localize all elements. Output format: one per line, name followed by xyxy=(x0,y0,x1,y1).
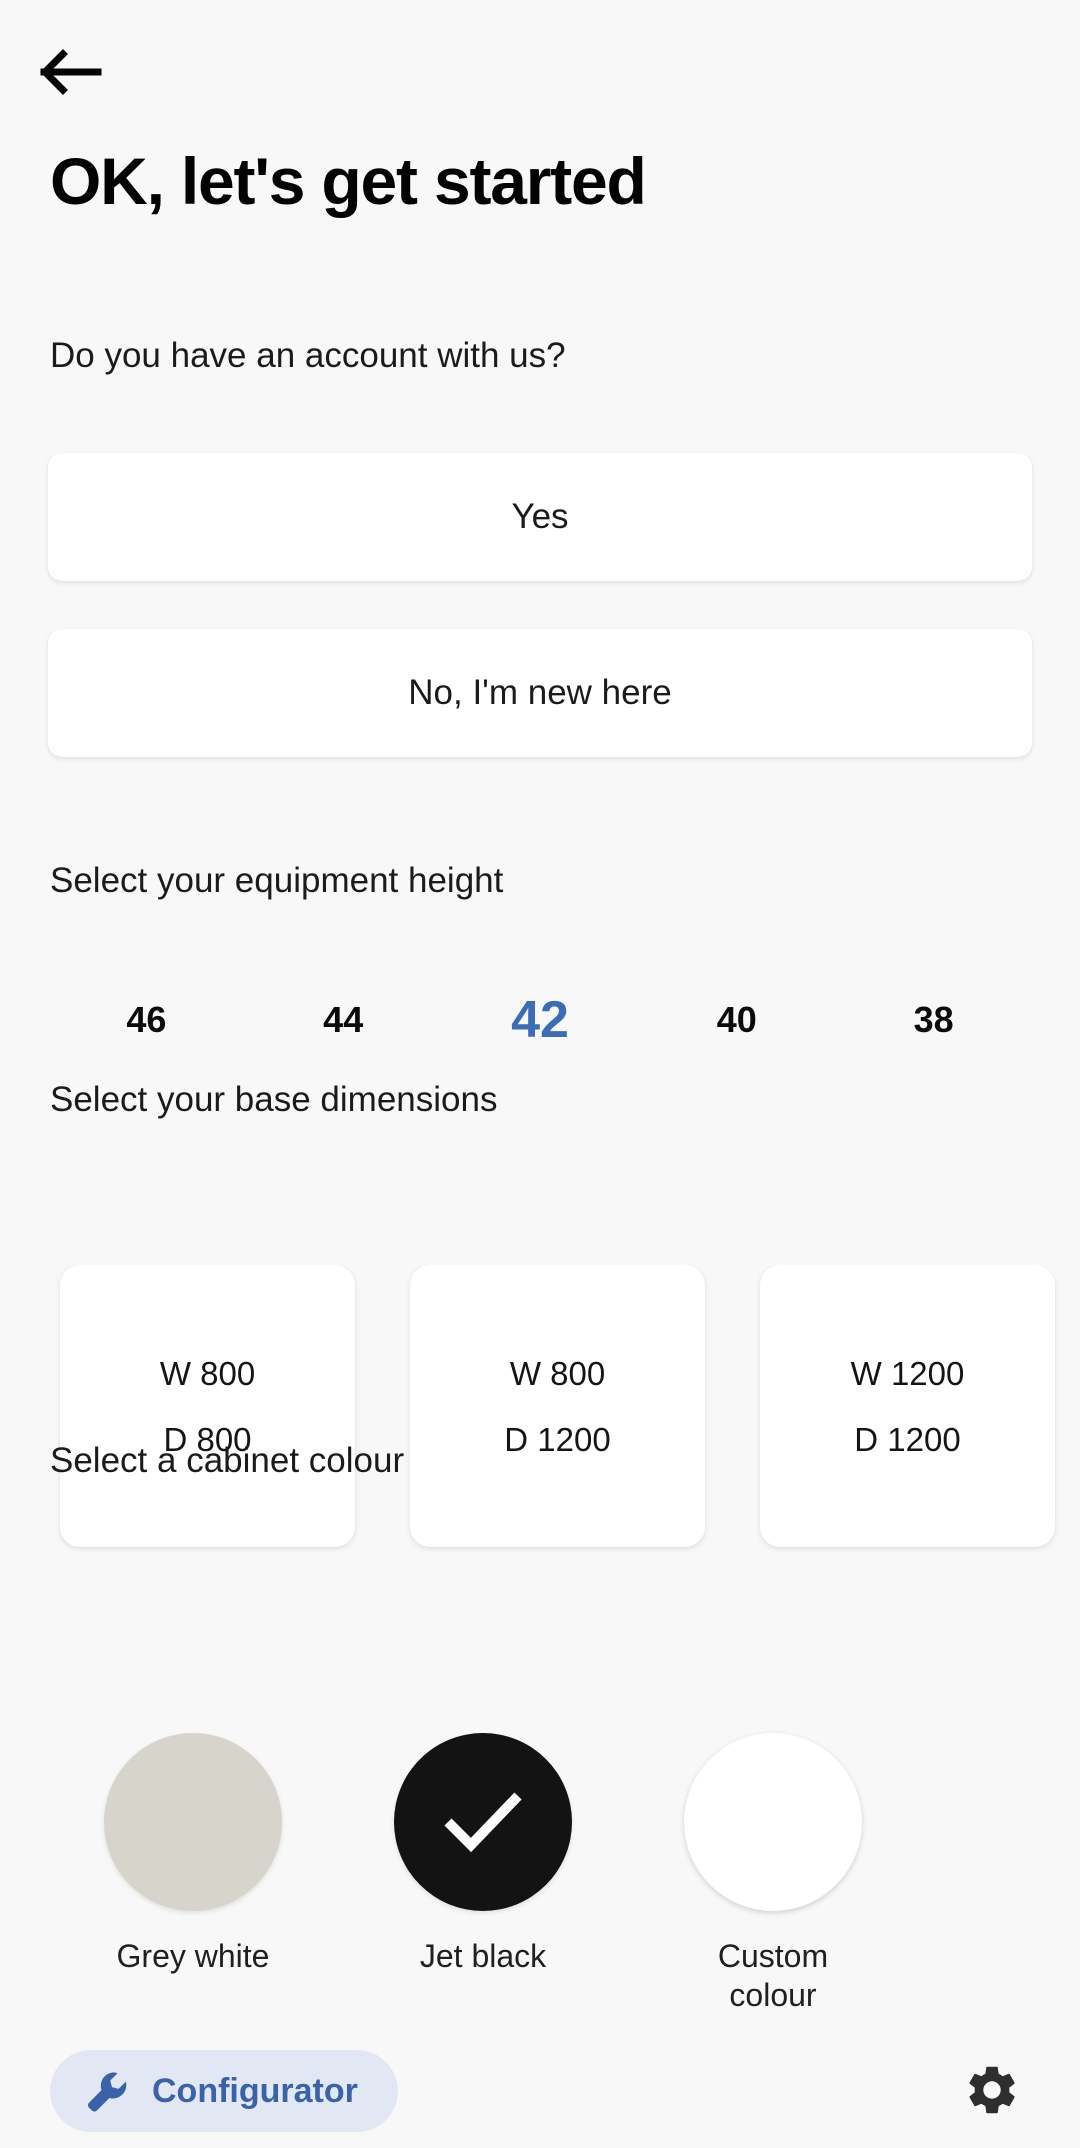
settings-button[interactable] xyxy=(960,2058,1024,2122)
height-option-46[interactable]: 46 xyxy=(48,1002,245,1038)
height-option-44[interactable]: 44 xyxy=(245,1002,442,1038)
configurator-screen: OK, let's get started Do you have an acc… xyxy=(0,0,1080,2148)
colour-swatch[interactable] xyxy=(104,1733,282,1911)
equipment-height-selector: 46 44 42 40 38 xyxy=(48,975,1032,1065)
colour-option-grey-white[interactable]: Grey white xyxy=(48,1733,338,2015)
check-icon xyxy=(440,1788,526,1856)
colour-option-label: Jet black xyxy=(419,1938,547,1974)
colour-option-jet-black[interactable]: Jet black xyxy=(338,1733,628,2015)
back-button[interactable] xyxy=(40,36,112,108)
page-title: OK, let's get started xyxy=(50,144,647,218)
base-dimension-card[interactable]: W 1200 D 1200 xyxy=(760,1265,1055,1547)
base-card-depth: D 1200 xyxy=(504,1420,611,1458)
base-card-width: W 800 xyxy=(159,1354,256,1392)
arrow-left-icon xyxy=(40,49,102,95)
cabinet-colour-selector: Grey white Jet black Custom colour xyxy=(48,1733,1048,2015)
account-option-label: Yes xyxy=(511,497,569,536)
height-option-38[interactable]: 38 xyxy=(835,1002,1032,1038)
height-option-42[interactable]: 42 xyxy=(442,994,639,1046)
account-option-yes[interactable]: Yes xyxy=(48,453,1032,581)
base-card-width: W 1200 xyxy=(850,1354,965,1392)
colour-option-custom[interactable]: Custom colour xyxy=(628,1733,918,2015)
wrench-icon xyxy=(84,2068,130,2114)
base-dimensions-label: Select your base dimensions xyxy=(50,1080,498,1119)
page-subtitle: Do you have an account with us? xyxy=(50,336,566,375)
base-dimension-card[interactable]: W 800 D 800 xyxy=(60,1265,355,1547)
account-option-new[interactable]: No, I'm new here xyxy=(48,629,1032,757)
base-dimensions-carousel[interactable]: W 800 D 800 W 800 D 1200 W 1200 D 1200 xyxy=(0,1265,1080,1555)
nav-item-configurator[interactable]: Configurator xyxy=(50,2050,398,2132)
account-options: Yes No, I'm new here xyxy=(48,453,1032,805)
gear-icon xyxy=(963,2061,1021,2119)
nav-item-label: Configurator xyxy=(152,2072,358,2110)
colour-option-label: Custom colour xyxy=(717,1938,829,2014)
cabinet-colour-label: Select a cabinet colour xyxy=(50,1441,405,1480)
height-option-40[interactable]: 40 xyxy=(638,1002,835,1038)
base-card-depth: D 1200 xyxy=(854,1420,961,1458)
colour-swatch[interactable] xyxy=(684,1733,862,1911)
account-option-label: No, I'm new here xyxy=(408,673,672,712)
equipment-height-label: Select your equipment height xyxy=(50,861,504,900)
base-card-width: W 800 xyxy=(509,1354,606,1392)
colour-option-label: Grey white xyxy=(116,1938,270,1974)
base-dimension-card[interactable]: W 800 D 1200 xyxy=(410,1265,705,1547)
bottom-navigation-bar: Configurator xyxy=(0,2028,1080,2148)
colour-swatch[interactable] xyxy=(394,1733,572,1911)
